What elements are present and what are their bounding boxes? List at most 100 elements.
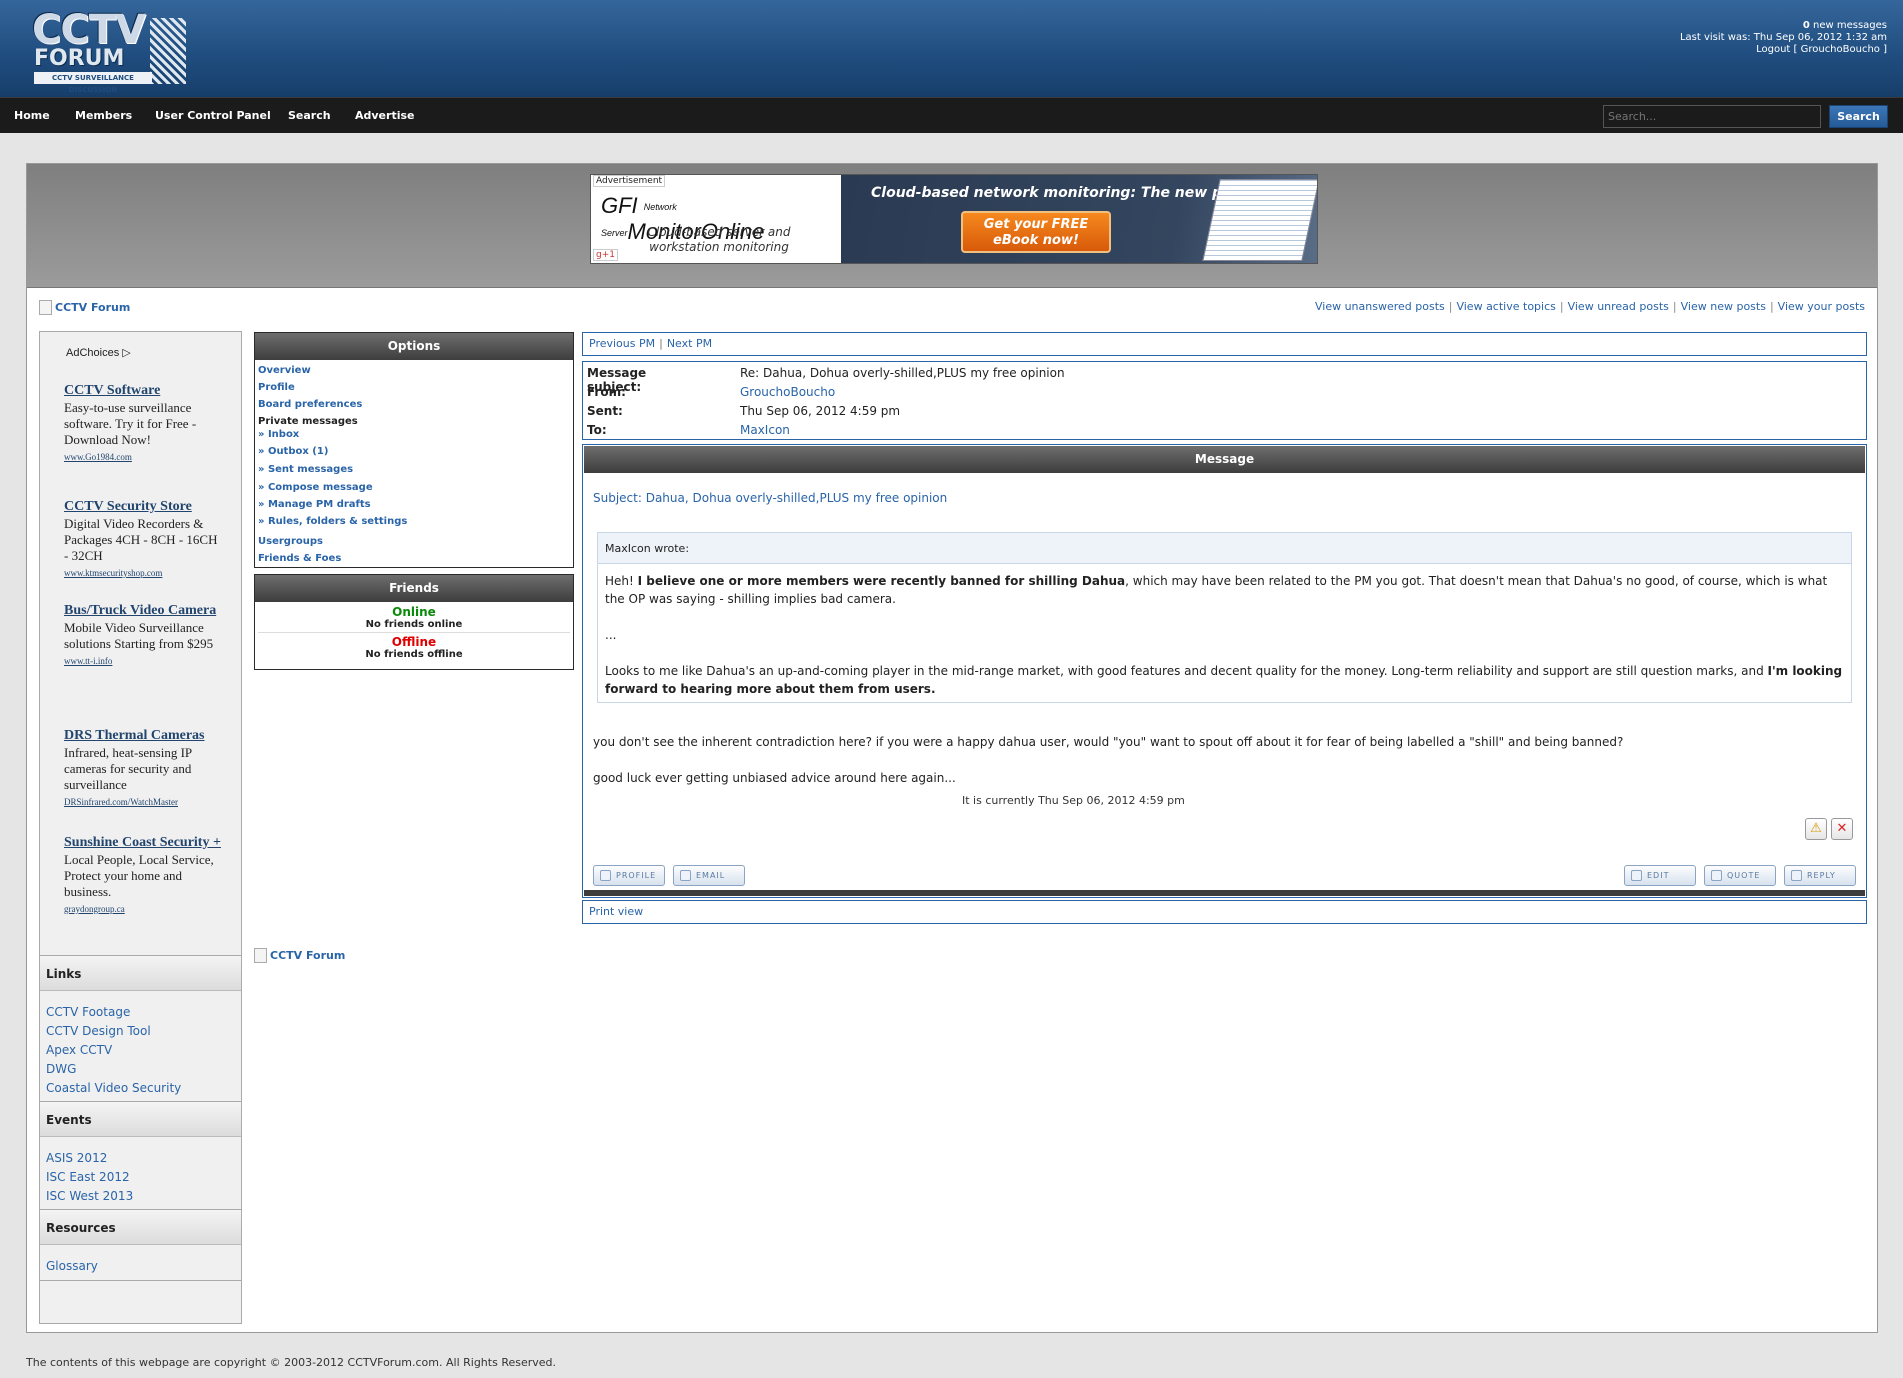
message-subject: Subject: Dahua, Dohua overly-shilled,PLU… — [593, 491, 948, 505]
option-sent-messages[interactable]: » Sent messages — [258, 464, 353, 475]
site-logo[interactable]: CCTV FORUM CCTV SURVEILLANCE DISCUSSION — [32, 7, 186, 94]
sidebar-ad[interactable]: Sunshine Coast Security + Local People, … — [64, 834, 224, 917]
nav-home[interactable]: Home — [14, 98, 50, 134]
option-compose-message[interactable]: » Compose message — [258, 482, 373, 493]
sidebar-ad[interactable]: CCTV Software Easy-to-use surveillance s… — [64, 382, 224, 465]
nav-user-control-panel[interactable]: User Control Panel — [155, 98, 271, 134]
main-navbar: Home Members User Control Panel Search A… — [0, 97, 1903, 133]
sidebar-event-link[interactable]: ISC East 2012 — [46, 1170, 130, 1184]
print-view-link[interactable]: Print view — [582, 900, 1867, 924]
ad-label: Advertisement — [593, 175, 666, 187]
quote-paragraph: Heh! I believe one or more members were … — [605, 574, 1828, 606]
private-messages-label: Private messages — [258, 416, 358, 427]
sidebar-event-link[interactable]: ISC West 2013 — [46, 1189, 133, 1203]
top-links: View unanswered posts | View active topics… — [1314, 300, 1865, 313]
option-outbox[interactable]: » Outbox (1) — [258, 446, 328, 457]
breadcrumb-bottom[interactable]: CCTV Forum — [254, 948, 345, 963]
link-active-topics[interactable]: View active topics — [1456, 300, 1555, 313]
link-your-posts[interactable]: View your posts — [1778, 300, 1865, 313]
nav-search[interactable]: Search — [288, 98, 331, 134]
quote-block: MaxIcon wrote: Heh! I believe one or mor… — [597, 532, 1852, 703]
ad-subline: Cloud-based server and workstation monit… — [647, 225, 791, 254]
ad-cta-button[interactable]: Get your FREE eBook now! — [961, 211, 1111, 253]
friends-heading: Friends — [255, 575, 573, 602]
friends-panel: Friends Online No friends online Offline… — [254, 574, 574, 670]
email-icon — [680, 870, 691, 881]
logo-main-text: CCTV — [32, 7, 146, 53]
quote-button[interactable]: QUOTE — [1704, 865, 1776, 886]
logo-sub-text: FORUM — [34, 46, 125, 71]
quote-paragraph: Looks to me like Dahua's an up-and-comin… — [605, 664, 1843, 696]
message-box: Message Subject: Dahua, Dohua overly-shi… — [582, 444, 1867, 898]
message-text: good luck ever getting unbiased advice a… — [593, 771, 956, 785]
email-button[interactable]: EMAIL — [673, 865, 745, 886]
sidebar-divider — [40, 1280, 241, 1281]
ad-plus-one[interactable]: g+1 — [593, 249, 618, 261]
option-board-preferences[interactable]: Board preferences — [258, 399, 362, 410]
message-meta: Message subject: Re: Dahua, Dohua overly-… — [582, 361, 1867, 440]
pm-navigation: Previous PM | Next PM — [582, 332, 1867, 356]
option-rules-folders[interactable]: » Rules, folders & settings — [258, 516, 407, 527]
sidebar-event-link[interactable]: ASIS 2012 — [46, 1151, 107, 1165]
breadcrumb[interactable]: CCTV Forum — [39, 300, 130, 315]
search-button[interactable]: Search — [1829, 105, 1888, 128]
ad-left-panel: Advertisement GFI Network ServerMonitorO… — [591, 175, 841, 263]
previous-pm-link[interactable]: Previous PM — [589, 337, 655, 350]
nav-members[interactable]: Members — [75, 98, 132, 134]
last-visit: Last visit was: Thu Sep 06, 2012 1:32 am — [1679, 32, 1887, 43]
link-unread-posts[interactable]: View unread posts — [1568, 300, 1669, 313]
logo-stripe-graphic — [150, 18, 186, 84]
sidebar-ad[interactable]: DRS Thermal Cameras Infrared, heat-sensi… — [64, 727, 224, 810]
profile-button[interactable]: PROFILE — [593, 865, 665, 886]
sidebar-link[interactable]: Apex CCTV — [46, 1043, 112, 1057]
quote-author: MaxIcon wrote: — [598, 533, 1851, 564]
sidebar-link[interactable]: DWG — [46, 1062, 76, 1076]
ad-right-panel: Cloud-based network monitoring: The new … — [841, 175, 1317, 263]
user-info: 0 new messages Last visit was: Thu Sep 0… — [1680, 20, 1887, 56]
option-manage-drafts[interactable]: » Manage PM drafts — [258, 499, 371, 510]
adchoices-icon: ▷ — [122, 347, 131, 359]
report-warning-icon[interactable]: ⚠ — [1805, 818, 1827, 840]
nav-advertise[interactable]: Advertise — [355, 98, 414, 134]
sidebar-ad[interactable]: CCTV Security Store Digital Video Record… — [64, 498, 224, 581]
site-header: CCTV FORUM CCTV SURVEILLANCE DISCUSSION … — [0, 0, 1903, 97]
delete-icon[interactable]: ✕ — [1831, 818, 1853, 840]
content-wrapper: Advertisement GFI Network ServerMonitorO… — [26, 163, 1878, 1333]
friends-offline-text: No friends offline — [365, 649, 463, 660]
edit-button[interactable]: EDIT — [1624, 865, 1696, 886]
friends-online-text: No friends online — [258, 619, 570, 633]
ad-screenshot-graphic — [1202, 179, 1317, 261]
logout-link[interactable]: Logout [ GrouchoBoucho ] — [1680, 44, 1887, 56]
ad-bar: Advertisement GFI Network ServerMonitorO… — [27, 164, 1877, 288]
link-new-posts[interactable]: View new posts — [1681, 300, 1766, 313]
new-messages[interactable]: 0 new messages — [1680, 20, 1887, 32]
option-usergroups[interactable]: Usergroups — [258, 536, 323, 547]
option-friends-foes[interactable]: Friends & Foes — [258, 553, 341, 564]
option-profile[interactable]: Profile — [258, 382, 295, 393]
links-heading: Links — [40, 955, 241, 991]
sidebar-link[interactable]: Coastal Video Security — [46, 1081, 181, 1095]
to-user-link[interactable]: MaxIcon — [740, 423, 790, 437]
reply-icon — [1791, 870, 1802, 881]
sidebar-resource-link[interactable]: Glossary — [46, 1259, 98, 1273]
option-inbox[interactable]: » Inbox — [258, 429, 299, 440]
sidebar-ad[interactable]: Bus/Truck Video Camera Mobile Video Surv… — [64, 602, 224, 669]
next-pm-link[interactable]: Next PM — [667, 337, 712, 350]
search-input[interactable] — [1603, 105, 1821, 128]
sidebar-link[interactable]: CCTV Footage — [46, 1005, 130, 1019]
options-panel: Options Overview Profile Board preferenc… — [254, 332, 574, 568]
adchoices-label[interactable]: AdChoices ▷ — [66, 346, 131, 359]
option-overview[interactable]: Overview — [258, 365, 311, 376]
reply-button[interactable]: REPLY — [1784, 865, 1856, 886]
ad-banner[interactable]: Advertisement GFI Network ServerMonitorO… — [590, 174, 1318, 264]
from-user-link[interactable]: GrouchoBoucho — [740, 385, 835, 399]
resources-heading: Resources — [40, 1209, 241, 1245]
message-heading: Message — [584, 446, 1865, 473]
sidebar: AdChoices ▷ CCTV Software Easy-to-use su… — [39, 331, 242, 1324]
edit-icon — [1631, 870, 1642, 881]
link-unanswered[interactable]: View unanswered posts — [1315, 300, 1445, 313]
current-time: It is currently Thu Sep 06, 2012 4:59 pm — [962, 794, 1185, 807]
sidebar-link[interactable]: CCTV Design Tool — [46, 1024, 151, 1038]
options-heading: Options — [255, 333, 573, 360]
copyright: The contents of this webpage are copyrig… — [26, 1356, 557, 1369]
